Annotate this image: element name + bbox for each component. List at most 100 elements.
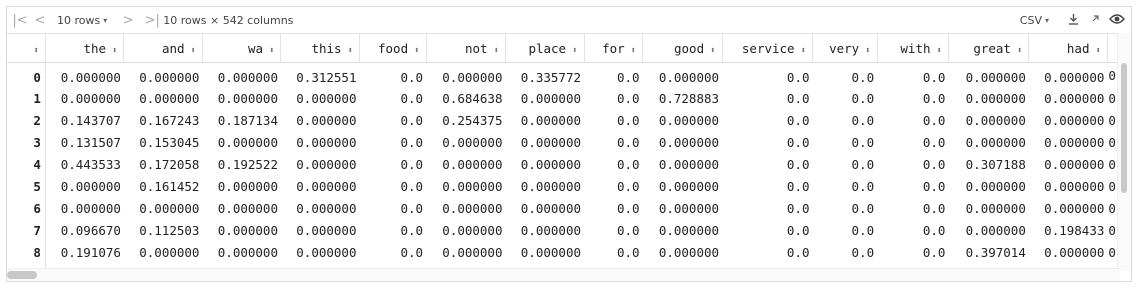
table-cell: 0.0 <box>922 200 946 216</box>
table-cell: 0.000000 <box>217 134 278 150</box>
sort-icon: ⬍ <box>1016 45 1023 56</box>
table-cell: 0.000000 <box>1044 178 1105 194</box>
next-page-icon[interactable]: > <box>115 13 141 28</box>
column-header-this[interactable]: this ⬍ <box>280 33 360 63</box>
sort-icon: ⬍ <box>493 45 499 56</box>
table-cell: 0.0 <box>922 178 946 194</box>
column-header-label: place <box>528 40 567 56</box>
table-cell: 0.0 <box>922 112 946 128</box>
table-cell: 0.187134 <box>217 112 278 128</box>
table-row: 2 0.143707 0.167243 0.187134 0.000000 0.0 0.25… <box>7 109 1120 131</box>
horizontal-scrollbar-thumb[interactable] <box>7 271 37 279</box>
table-cell: 0.096670 <box>60 222 121 238</box>
column-header-good[interactable]: good ⬍ <box>642 33 723 63</box>
table-cell: 0.000000 <box>520 178 582 194</box>
table-cell: 0.0 <box>786 156 810 172</box>
column-header-for[interactable]: for ⬍ <box>584 33 644 63</box>
sort-icon: ⬍ <box>190 45 196 56</box>
row-index: 5 <box>7 175 46 197</box>
table-row: 0 0.000000 0.000000 0.000000 0.312551 0.0 0.00… <box>7 62 1120 87</box>
column-header-label: service <box>741 40 795 56</box>
table-cell: 0.000000 <box>296 244 357 260</box>
column-header-label: food <box>378 40 409 56</box>
sort-icon: ⬍ <box>572 45 578 56</box>
table-cell: 0.0 <box>616 156 640 172</box>
table-cell: 0.000000 <box>296 134 357 150</box>
column-header-label: good <box>674 40 705 56</box>
column-header-very[interactable]: very ⬍ <box>812 33 878 63</box>
column-header-with[interactable]: with ⬍ <box>877 33 949 63</box>
table-cell: 0.0 <box>922 244 946 260</box>
table-cell: 0.0 <box>786 178 810 194</box>
table-cell: 0.000000 <box>965 178 1026 194</box>
table-cell: 0.0 <box>616 90 640 106</box>
table-cell: 0.000000 <box>442 178 503 194</box>
table-cell: 0.153045 <box>139 134 200 150</box>
column-header-place[interactable]: place ⬍ <box>505 33 585 63</box>
table-cell: 0.131507 <box>60 134 121 150</box>
table-cell: 0.0 <box>786 222 810 238</box>
table-cell: 0.000000 <box>217 200 278 216</box>
table-cell: 0.000000 <box>296 200 357 216</box>
rows-per-page-select[interactable]: 10 rows ▾ <box>57 14 107 27</box>
table-cell: 0.000000 <box>60 69 121 85</box>
table-cell: 0.000000 <box>296 90 357 106</box>
sort-icon: ⬍ <box>112 45 118 56</box>
table-row: 7 0.096670 0.112503 0.000000 0.000000 0.0 0.00… <box>7 219 1120 241</box>
table-cell: 0.0 <box>851 134 875 150</box>
table-cell: 0.0 <box>786 69 810 85</box>
table-cell: 0.0 <box>616 112 640 128</box>
table-cell: 0.000000 <box>658 134 720 150</box>
table-cell: 0.000000 <box>296 178 357 194</box>
table-cell: 0.684638 <box>442 90 503 106</box>
column-header-service[interactable]: service ⬍ <box>722 33 814 63</box>
dataframe-shape-info: 10 rows × 542 columns <box>163 13 294 27</box>
table-cell: 0.000000 <box>520 244 582 260</box>
column-header-label: very <box>829 40 860 56</box>
export-format-select[interactable]: CSV ▾ <box>1020 14 1049 27</box>
vertical-scrollbar[interactable] <box>1117 33 1131 271</box>
toolbar-actions: CSV ▾ <box>1020 7 1127 33</box>
table-row: 4 0.443533 0.172058 0.192522 0.000000 0.0 0.00… <box>7 153 1120 175</box>
table-cell: 0.0 <box>851 69 875 85</box>
table-cell: 0.000000 <box>658 178 720 194</box>
column-header-great[interactable]: great ⬍ <box>948 33 1030 63</box>
table-cell: 0.0 <box>400 244 424 260</box>
column-header-the[interactable]: the ⬍ <box>45 33 125 63</box>
table-cell: 0.000000 <box>217 90 278 106</box>
sort-icon: ⬍ <box>347 45 353 56</box>
column-header-and[interactable]: and ⬍ <box>123 33 203 63</box>
index-column-header[interactable]: ⬍ <box>7 33 46 63</box>
table-cell: 0.000000 <box>60 200 121 216</box>
column-header-not[interactable]: not ⬍ <box>426 33 507 63</box>
sort-icon: ⬍ <box>800 45 806 56</box>
row-index: 2 <box>7 109 46 131</box>
previous-page-icon[interactable]: < <box>33 13 47 28</box>
download-icon[interactable] <box>1063 13 1083 28</box>
sort-icon: ⬍ <box>33 45 39 56</box>
column-header-food[interactable]: food ⬍ <box>359 33 427 63</box>
table-cell: 0.0 <box>851 90 875 106</box>
table-cell: 0.0 <box>400 112 424 128</box>
table-cell: 0.312551 <box>296 69 357 85</box>
table-cell: 0.000000 <box>442 200 503 216</box>
column-header-had[interactable]: had ⬍ <box>1028 33 1108 63</box>
table-cell: 0.000000 <box>296 112 357 128</box>
table-cell: 0.191076 <box>60 244 121 260</box>
sort-icon: ⬍ <box>936 45 942 56</box>
column-header-wa[interactable]: wa ⬍ <box>202 33 282 63</box>
table-cell: 0.0 <box>851 156 875 172</box>
eye-icon[interactable] <box>1107 13 1127 28</box>
first-page-icon[interactable]: |< <box>7 13 33 28</box>
last-page-icon[interactable]: >| <box>141 13 163 28</box>
sort-icon: ⬍ <box>710 45 716 56</box>
table-cell: 0.397014 <box>965 244 1026 260</box>
vertical-scrollbar-thumb[interactable] <box>1121 63 1127 193</box>
table-cell: 0.000000 <box>60 90 121 106</box>
chevron-down-icon: ▾ <box>1044 15 1049 25</box>
open-in-new-icon[interactable] <box>1085 13 1105 27</box>
column-header-label: had <box>1066 40 1090 56</box>
table-cell: 0.000000 <box>965 222 1026 238</box>
dataframe-viewer: |< < 10 rows ▾ > >| 10 rows × 542 column… <box>6 6 1132 282</box>
horizontal-scrollbar[interactable] <box>7 268 1120 281</box>
